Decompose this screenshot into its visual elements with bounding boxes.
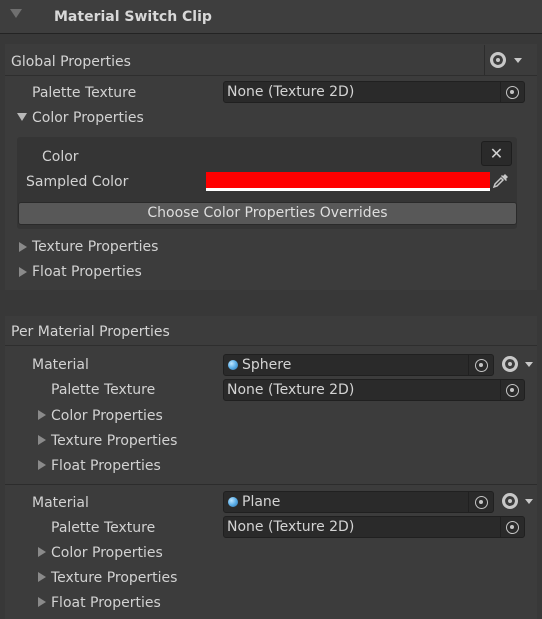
eyedropper-icon [492, 174, 508, 189]
color-properties-foldout[interactable]: Color Properties [51, 406, 163, 426]
eyedropper-button[interactable] [491, 171, 515, 191]
foldout-arrow-icon[interactable] [38, 410, 46, 420]
choose-overrides-button[interactable]: Choose Color Properties Overrides [18, 202, 517, 225]
object-picker-icon[interactable] [475, 359, 488, 372]
float-properties-foldout[interactable]: Float Properties [51, 456, 161, 476]
per-material-properties-title: Per Material Properties [11, 324, 170, 340]
foldout-arrow-icon[interactable] [19, 242, 27, 252]
palette-texture-label: Palette Texture [51, 382, 156, 398]
material-settings-button[interactable] [502, 356, 518, 372]
gear-icon [502, 356, 518, 372]
color-properties-foldout[interactable]: Color Properties [32, 108, 144, 128]
foldout-arrow-icon[interactable] [38, 572, 46, 582]
object-picker-icon[interactable] [506, 86, 519, 99]
palette-texture-value: None (Texture 2D) [227, 84, 355, 100]
divider [500, 517, 501, 537]
chevron-down-icon[interactable] [525, 499, 533, 504]
material-settings-button[interactable] [502, 493, 518, 509]
foldout-arrow-icon[interactable] [38, 435, 46, 445]
object-picker-icon[interactable] [506, 521, 519, 534]
sampled-color-swatch[interactable] [206, 172, 490, 191]
palette-texture-field[interactable]: None (Texture 2D) [223, 516, 525, 538]
foldout-arrow-icon[interactable] [38, 460, 46, 470]
divider [468, 492, 469, 512]
clear-button[interactable]: ✕ [481, 141, 512, 166]
palette-texture-label: Palette Texture [32, 85, 137, 101]
color-properties-foldout[interactable]: Color Properties [51, 543, 163, 563]
object-picker-icon[interactable] [506, 384, 519, 397]
divider [5, 484, 537, 485]
material-field[interactable]: Plane [223, 491, 494, 513]
global-properties-title: Global Properties [11, 54, 131, 70]
gear-icon [502, 493, 518, 509]
component-title: Material Switch Clip [54, 9, 212, 25]
divider [5, 75, 537, 76]
foldout-arrow-icon[interactable] [38, 597, 46, 607]
color-label: Color [42, 149, 79, 165]
palette-texture-field[interactable]: None (Texture 2D) [223, 81, 525, 103]
material-sphere-icon [228, 497, 238, 507]
foldout-arrow-icon[interactable] [17, 113, 27, 121]
texture-properties-foldout[interactable]: Texture Properties [32, 237, 158, 257]
texture-properties-foldout[interactable]: Texture Properties [51, 431, 177, 451]
global-settings-button[interactable] [490, 52, 506, 68]
material-label: Material [32, 495, 89, 511]
sampled-color-label: Sampled Color [26, 174, 129, 190]
material-sphere-icon [228, 360, 238, 370]
divider [500, 380, 501, 400]
palette-texture-value: None (Texture 2D) [227, 519, 355, 535]
palette-texture-field[interactable]: None (Texture 2D) [223, 379, 525, 401]
chevron-down-icon[interactable] [514, 58, 522, 63]
material-field[interactable]: Sphere [223, 354, 494, 376]
foldout-arrow-icon[interactable] [10, 9, 22, 18]
divider [484, 45, 485, 75]
material-value: Sphere [242, 357, 292, 373]
inspector-header: Material Switch Clip [0, 0, 542, 34]
palette-texture-value: None (Texture 2D) [227, 382, 355, 398]
foldout-arrow-icon[interactable] [19, 267, 27, 277]
float-properties-foldout[interactable]: Float Properties [51, 593, 161, 613]
palette-texture-label: Palette Texture [51, 520, 156, 536]
material-label: Material [32, 357, 89, 373]
material-value: Plane [242, 494, 281, 510]
divider [500, 82, 501, 102]
object-picker-icon[interactable] [475, 496, 488, 509]
chevron-down-icon[interactable] [525, 362, 533, 367]
float-properties-foldout[interactable]: Float Properties [32, 262, 142, 282]
divider [5, 345, 537, 346]
texture-properties-foldout[interactable]: Texture Properties [51, 568, 177, 588]
foldout-arrow-icon[interactable] [38, 547, 46, 557]
divider [468, 355, 469, 375]
gear-icon [490, 52, 506, 68]
